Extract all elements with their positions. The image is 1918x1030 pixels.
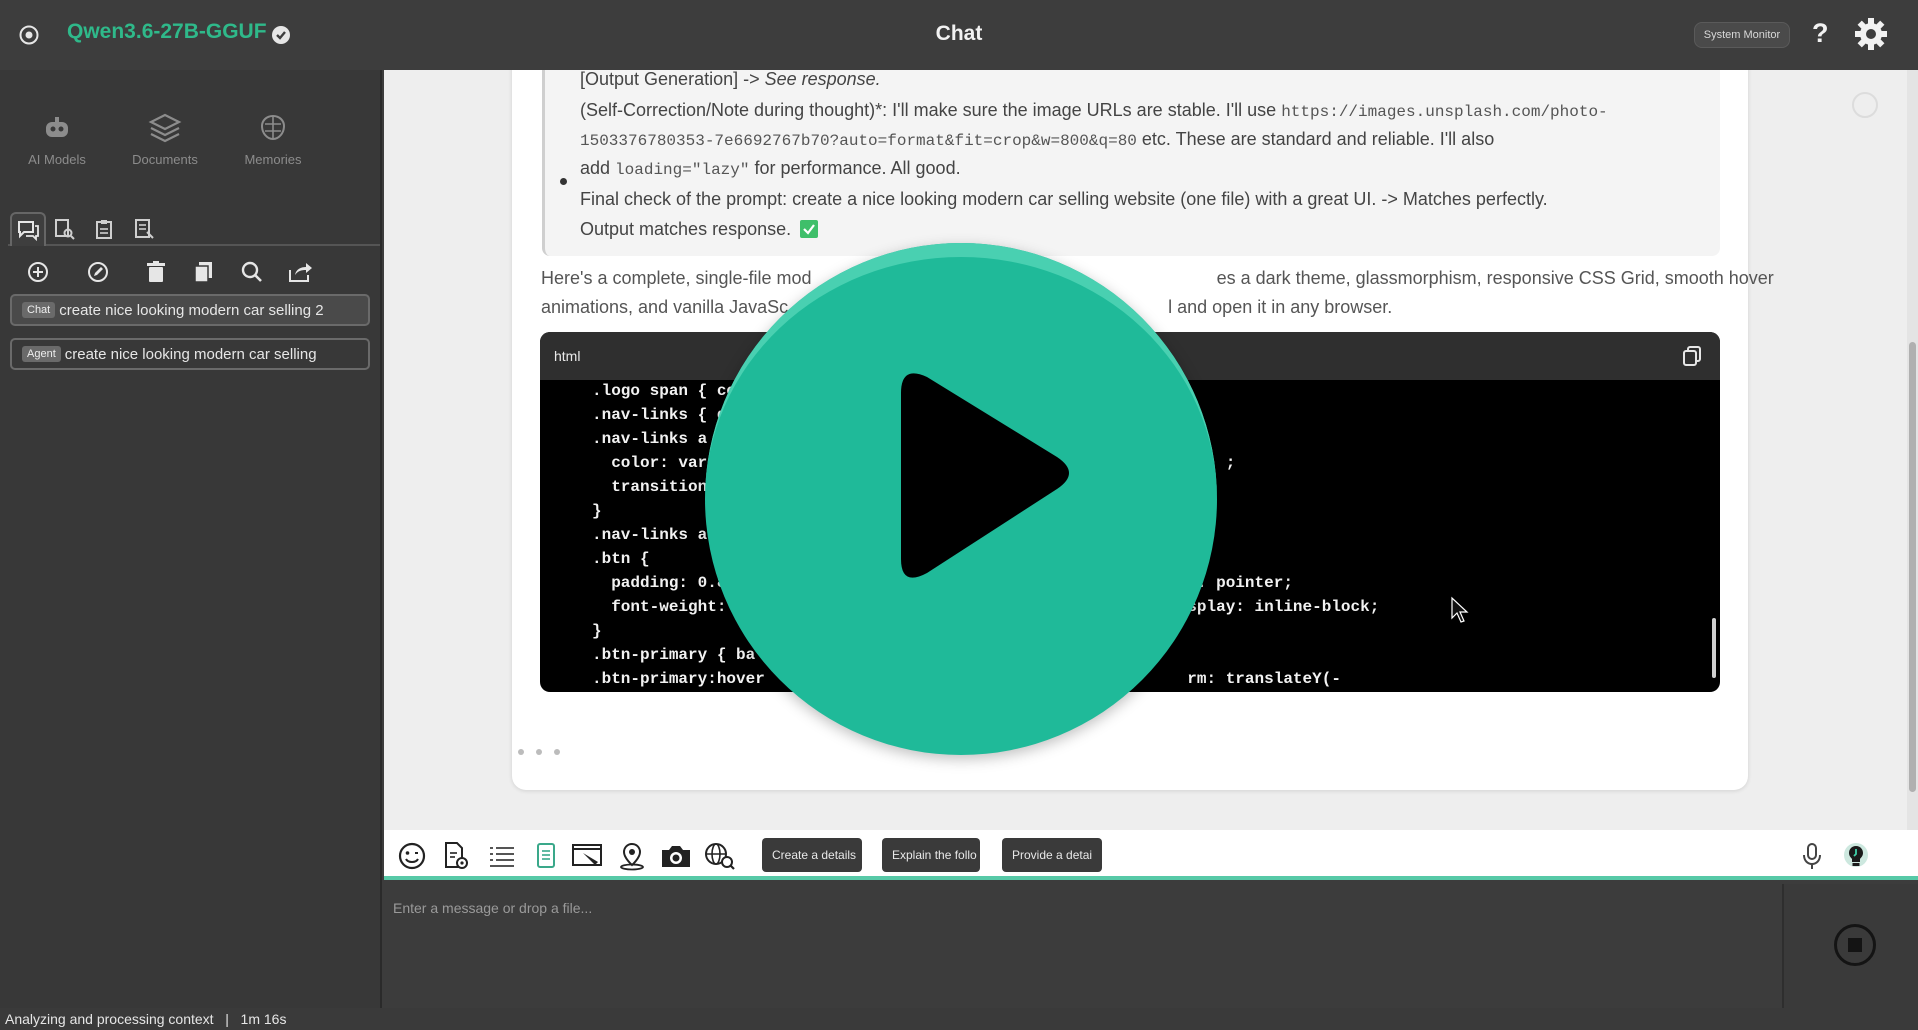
- thought-line: [Output Generation] -> See response.: [580, 70, 881, 89]
- file-settings-icon[interactable]: [438, 838, 474, 874]
- tab-label: AI Models: [28, 152, 86, 167]
- bullet: [560, 178, 567, 185]
- conversation-tag: Chat: [22, 302, 56, 318]
- reload-model-icon[interactable]: [268, 22, 294, 48]
- share-icon[interactable]: [284, 256, 316, 288]
- quick-prompt-button[interactable]: Explain the follo: [882, 838, 980, 872]
- status-bar: Analyzing and processing context | 1m 16…: [0, 1008, 1918, 1030]
- delete-icon[interactable]: [140, 256, 172, 288]
- quick-prompt-button[interactable]: Create a details: [762, 838, 862, 872]
- help-button[interactable]: ?: [1812, 18, 1829, 49]
- thought-line: Output matches response.: [580, 219, 819, 240]
- conversation-tag: Agent: [22, 346, 61, 362]
- conversation-title: create nice looking modern car selling: [64, 345, 317, 363]
- brain-icon: [223, 108, 323, 148]
- sidebar: AI Models Documents Memories Chat create…: [0, 70, 382, 1008]
- robot-icon: [7, 108, 107, 148]
- copy-code-icon[interactable]: [1680, 344, 1704, 373]
- sidebar-actions: [22, 256, 362, 292]
- input-toolbar: Create a details Explain the follo Provi…: [384, 830, 1918, 880]
- typing-indicator: [518, 742, 572, 760]
- code-scrollbar[interactable]: [1712, 382, 1716, 688]
- list-icon[interactable]: [484, 838, 520, 874]
- tab-memories[interactable]: Memories: [223, 108, 323, 167]
- conversation-item[interactable]: Chat create nice looking modern car sell…: [10, 294, 370, 326]
- tab-documents[interactable]: Documents: [115, 108, 215, 167]
- document-search-icon[interactable]: [46, 212, 82, 246]
- record-icon[interactable]: [16, 22, 42, 48]
- lightbulb-icon[interactable]: [1838, 838, 1874, 874]
- conversation-title: create nice looking modern car selling 2: [59, 301, 324, 319]
- scroll-indicator-icon[interactable]: [1852, 92, 1878, 118]
- message-input[interactable]: Enter a message or drop a file...: [384, 884, 1784, 1008]
- web-search-icon[interactable]: [702, 838, 738, 874]
- location-icon[interactable]: [614, 838, 650, 874]
- checkmark-icon: [800, 220, 819, 238]
- thought-line: add loading="lazy" for performance. All …: [580, 158, 961, 179]
- screenshot-icon[interactable]: [570, 838, 606, 874]
- gear-icon[interactable]: [1853, 16, 1889, 52]
- microphone-icon[interactable]: [1794, 838, 1830, 874]
- code-language: html: [554, 348, 581, 364]
- play-button[interactable]: [705, 243, 1217, 755]
- thought-line: Final check of the prompt: create a nice…: [580, 189, 1548, 209]
- title-bar: Qwen3.6-27B-GGUF Chat System Monitor ?: [0, 0, 1918, 70]
- new-chat-icon[interactable]: [22, 256, 54, 288]
- stop-icon: [1848, 938, 1862, 952]
- thought-line: (Self-Correction/Note during thought)*: …: [580, 100, 1608, 121]
- chat-scrollbar[interactable]: [1907, 70, 1918, 830]
- notes-icon[interactable]: [126, 212, 162, 246]
- search-icon[interactable]: [236, 256, 268, 288]
- layers-icon: [115, 108, 215, 148]
- play-icon: [901, 373, 1069, 578]
- tab-label: Memories: [244, 152, 302, 167]
- thought-line: 1503376780353-7e6692767b70?auto=format&f…: [580, 129, 1495, 150]
- tab-ai-models[interactable]: AI Models: [7, 108, 107, 167]
- input-side-panel: [1784, 884, 1918, 1008]
- emoji-icon[interactable]: [394, 838, 430, 874]
- mouse-cursor-icon: [1450, 596, 1470, 629]
- chats-icon[interactable]: [10, 212, 46, 246]
- stop-generation-button[interactable]: [1834, 924, 1876, 966]
- quick-prompt-button[interactable]: Provide a detai: [1002, 838, 1102, 872]
- copy-icon[interactable]: [188, 256, 220, 288]
- sidebar-subtabs: [8, 210, 380, 246]
- edit-icon[interactable]: [82, 256, 114, 288]
- document-icon[interactable]: [528, 838, 564, 874]
- conversation-item[interactable]: Agent create nice looking modern car sel…: [10, 338, 370, 370]
- camera-icon[interactable]: [658, 838, 694, 874]
- system-monitor-button[interactable]: System Monitor: [1694, 22, 1790, 48]
- tab-label: Documents: [132, 152, 198, 167]
- clipboard-icon[interactable]: [86, 212, 122, 246]
- message-input-placeholder: Enter a message or drop a file...: [393, 900, 593, 916]
- model-name[interactable]: Qwen3.6-27B-GGUF: [67, 20, 267, 44]
